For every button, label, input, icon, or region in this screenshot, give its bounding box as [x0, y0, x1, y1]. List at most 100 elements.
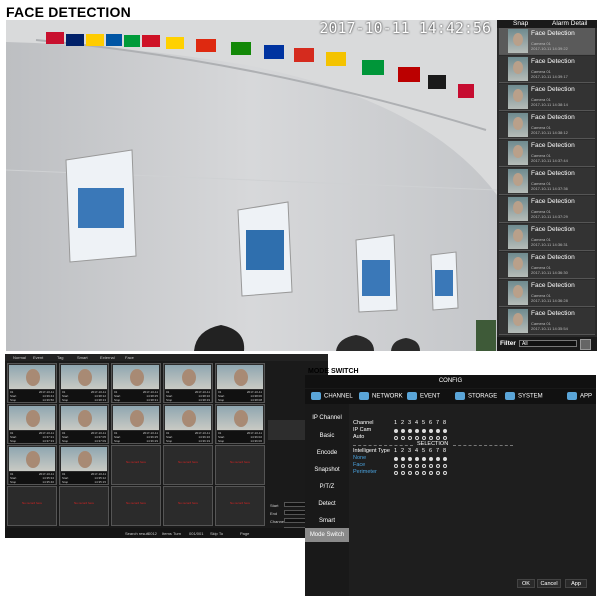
snap-item[interactable]: Face Detection Camera 01 2017-10-11 14:36:…: [499, 252, 595, 279]
auto-radio[interactable]: [422, 436, 426, 440]
filter-select[interactable]: All: [519, 340, 577, 347]
search-result-cell[interactable]: 01 Start Stop 2017-10-11 14:38:12 14:38:13: [59, 363, 109, 403]
option-face-radio[interactable]: [401, 464, 405, 468]
ip-cam-radio[interactable]: [401, 429, 405, 433]
config-tab-storage[interactable]: STORAGE: [455, 392, 497, 400]
ip-cam-radio[interactable]: [436, 429, 440, 433]
calendar[interactable]: [268, 420, 310, 440]
snap-time: 2017-10-11 14:35:54: [531, 326, 568, 331]
option-perimeter-radio[interactable]: [422, 471, 426, 475]
auto-radio[interactable]: [401, 436, 405, 440]
snap-time: 2017-10-11 14:36:28: [531, 298, 568, 303]
snap-thumbnail: [508, 253, 528, 277]
search-result-cell[interactable]: 01 Start Stop 2017-10-11 14:38:25 14:38:31: [111, 363, 161, 403]
tab-snap[interactable]: Snap: [513, 20, 528, 27]
result-labels: 01 Start Stop: [114, 390, 120, 402]
side-item-p-t-z[interactable]: P/T/Z: [305, 480, 349, 494]
search-result-cell[interactable]: 01 Start Stop 2017-10-11 14:39:44 14:39:50: [7, 363, 57, 403]
snap-item[interactable]: Face Detection Camera 01 2017-10-11 14:37:…: [499, 196, 595, 223]
ok-button[interactable]: OK: [517, 579, 535, 588]
result-thumbnail: [217, 406, 263, 430]
ip-cam-radio[interactable]: [408, 429, 412, 433]
auto-radio[interactable]: [394, 436, 398, 440]
side-item-snapshot[interactable]: Snapshot: [305, 463, 349, 477]
option-face-radio[interactable]: [422, 464, 426, 468]
snap-item[interactable]: Face Detection Camera 01 2017-10-11 14:37:…: [499, 140, 595, 167]
auto-radio[interactable]: [415, 436, 419, 440]
ip-cam-radio[interactable]: [415, 429, 419, 433]
option-face-radio[interactable]: [429, 464, 433, 468]
option-none-radio[interactable]: [429, 457, 433, 461]
search-result-cell[interactable]: 01 Start Stop 2017-10-11 14:36:16 14:36:19: [163, 404, 213, 444]
option-perimeter-radio[interactable]: [394, 471, 398, 475]
auto-radio[interactable]: [443, 436, 447, 440]
ip-cam-radio[interactable]: [422, 429, 426, 433]
auto-radio[interactable]: [429, 436, 433, 440]
option-perimeter-radio[interactable]: [401, 471, 405, 475]
snap-item[interactable]: Face Detection Camera 01 2017-10-11 14:39:…: [499, 28, 595, 55]
search-tab-tag[interactable]: Tag: [57, 355, 63, 360]
option-none-radio[interactable]: [422, 457, 426, 461]
config-tab-channel[interactable]: CHANNEL: [311, 392, 353, 400]
snap-item[interactable]: Face Detection Camera 01 2017-10-11 14:35:…: [499, 308, 595, 335]
option-none-radio[interactable]: [415, 457, 419, 461]
option-perimeter-radio[interactable]: [415, 471, 419, 475]
side-item-ip-channel[interactable]: IP Channel: [305, 411, 349, 425]
side-item-encode[interactable]: Encode: [305, 446, 349, 460]
option-none-radio[interactable]: [394, 457, 398, 461]
option-face-radio[interactable]: [436, 464, 440, 468]
search-tab-smart[interactable]: Smart: [77, 355, 88, 360]
option-face-radio[interactable]: [394, 464, 398, 468]
search-tab-normal[interactable]: Normal: [13, 355, 26, 360]
option-perimeter-radio[interactable]: [429, 471, 433, 475]
snap-item[interactable]: Face Detection Camera 01 2017-10-11 14:38:…: [499, 112, 595, 139]
ip-cam-radio[interactable]: [394, 429, 398, 433]
ip-cam-radio[interactable]: [443, 429, 447, 433]
cancel-button[interactable]: Cancel: [537, 579, 561, 588]
filter-edit-icon[interactable]: [580, 339, 591, 350]
config-tab-system[interactable]: SYSTEM: [505, 392, 543, 400]
snap-item[interactable]: Face Detection Camera 01 2017-10-11 14:38:…: [499, 84, 595, 111]
side-item-smart[interactable]: Smart: [305, 514, 349, 528]
option-face-radio[interactable]: [443, 464, 447, 468]
side-item-basic[interactable]: Basic: [305, 429, 349, 443]
search-tab-external[interactable]: External: [100, 355, 115, 360]
search-result-cell[interactable]: 01 Start Stop 2017-10-11 14:37:05 14:37:09: [59, 404, 109, 444]
option-none-radio[interactable]: [443, 457, 447, 461]
option-perimeter-radio[interactable]: [443, 471, 447, 475]
search-result-cell[interactable]: 01 Start Stop 2017-10-11 14:35:34 14:35:40: [7, 445, 57, 485]
search-result-cell[interactable]: 01 Start Stop 2017-10-11 14:36:02 14:36:06: [215, 404, 265, 444]
app-button[interactable]: App: [565, 579, 587, 588]
option-none-radio[interactable]: [401, 457, 405, 461]
side-item-mode-switch[interactable]: Mode Switch: [305, 528, 349, 542]
config-tab-app[interactable]: APP: [567, 392, 592, 400]
option-none-radio[interactable]: [436, 457, 440, 461]
option-face-radio[interactable]: [415, 464, 419, 468]
search-result-cell[interactable]: 01 Start Stop 2017-10-11 14:35:12 14:35:15: [59, 445, 109, 485]
side-item-detect[interactable]: Detect: [305, 497, 349, 511]
config-tab-network[interactable]: NETWORK: [359, 392, 403, 400]
search-result-cell[interactable]: 01 Start Stop 2017-10-11 14:38:06 14:38:08: [215, 363, 265, 403]
search-result-cell[interactable]: 01 Start Stop 2017-10-11 14:36:25 14:36:29: [111, 404, 161, 444]
snap-item[interactable]: Face Detection Camera 01 2017-10-11 14:36:…: [499, 280, 595, 307]
auto-radio[interactable]: [436, 436, 440, 440]
search-tab-face[interactable]: Face: [125, 355, 134, 360]
snap-item[interactable]: Face Detection Camera 01 2017-10-11 14:39:…: [499, 56, 595, 83]
snap-item[interactable]: Face Detection Camera 01 2017-10-11 14:36:…: [499, 224, 595, 251]
option-face-radio[interactable]: [408, 464, 412, 468]
search-result-cell[interactable]: 01 Start Stop 2017-10-11 14:37:21 14:37:33: [7, 404, 57, 444]
option-perimeter-radio[interactable]: [436, 471, 440, 475]
result-values: 2017-10-11 14:36:16 14:36:19: [195, 431, 210, 443]
option-none-radio[interactable]: [408, 457, 412, 461]
option-perimeter-radio[interactable]: [408, 471, 412, 475]
face-image: [78, 410, 92, 427]
snap-item[interactable]: Face Detection Camera 01 2017-10-11 14:37:…: [499, 168, 595, 195]
auto-radio[interactable]: [408, 436, 412, 440]
camera-feed[interactable]: 2017-10-11 14:42:56: [6, 20, 497, 351]
no-record-text: No record here: [21, 501, 42, 505]
ip-cam-radio[interactable]: [429, 429, 433, 433]
search-tab-event[interactable]: Event: [33, 355, 43, 360]
tab-alarm-detail[interactable]: Alarm Detail: [552, 20, 587, 27]
config-tab-event[interactable]: EVENT: [407, 392, 440, 400]
search-result-cell[interactable]: 01 Start Stop 2017-10-11 14:38:16 14:38:19: [163, 363, 213, 403]
